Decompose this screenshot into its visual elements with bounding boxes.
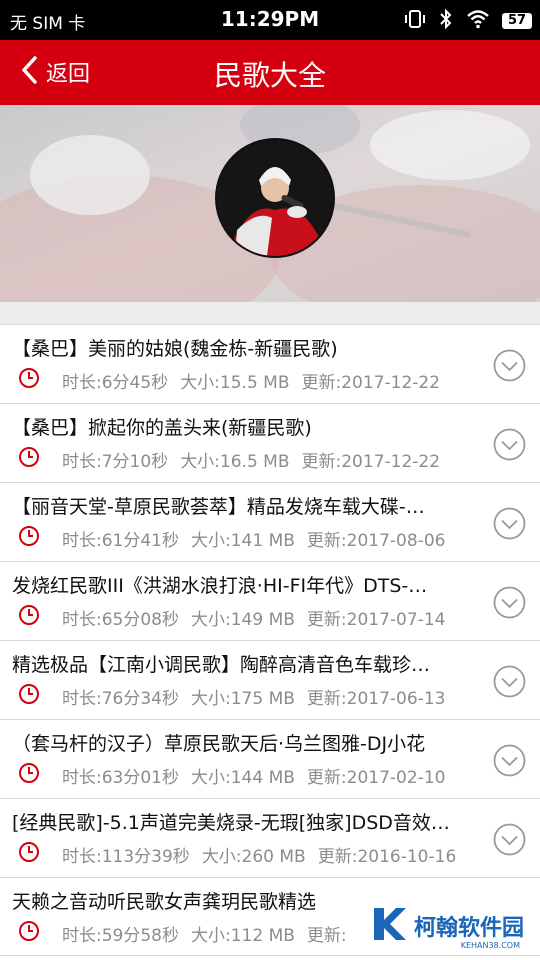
status-icons: 57 [404, 8, 532, 34]
list-item[interactable]: 【丽音天堂-草原民歌荟萃】精品发烧车载大碟-… 时长:61分41秒 大小:141… [0, 482, 540, 561]
site-watermark: 柯翰软件园 KEHAN38.COM [361, 900, 530, 952]
item-size: 大小:149 MB [191, 610, 295, 630]
item-size: 大小:260 MB [201, 847, 306, 867]
expand-chevron-icon[interactable] [493, 665, 526, 698]
clock-icon [18, 920, 50, 947]
item-meta: 时长:7分10秒 大小:16.5 MB 更新:2017-12-22 [18, 446, 440, 473]
item-updated: 更新:2017-12-22 [301, 373, 441, 393]
bluetooth-icon [438, 8, 454, 34]
item-meta: 时长:6分45秒 大小:15.5 MB 更新:2017-12-22 [18, 367, 440, 394]
artist-avatar [215, 138, 335, 258]
item-updated: 更新:2017-08-06 [306, 531, 446, 551]
item-duration: 时长:65分08秒 [62, 610, 179, 630]
section-gap [0, 302, 540, 324]
expand-chevron-icon[interactable] [493, 428, 526, 461]
list-item[interactable]: [经典民歌]-5.1声道完美烧录-无瑕[独家]DSD音效… 时长:113分39秒… [0, 798, 540, 877]
watermark-subtext: KEHAN38.COM [460, 941, 520, 950]
item-title: 【桑巴】掀起你的盖头来(新疆民歌) [12, 417, 312, 439]
item-size: 大小:141 MB [191, 531, 295, 551]
item-size: 大小:15.5 MB [180, 373, 290, 393]
item-updated: 更新:2016-10-16 [317, 847, 457, 867]
item-meta: 时长:61分41秒 大小:141 MB 更新:2017-08-06 [18, 525, 445, 552]
vibrate-icon [404, 8, 426, 34]
item-title: （套马杆的汉子）草原民歌天后·乌兰图雅-DJ小花 [12, 733, 426, 755]
list-item[interactable]: 【桑巴】掀起你的盖头来(新疆民歌) 时长:7分10秒 大小:16.5 MB 更新… [0, 403, 540, 482]
item-meta: 时长:76分34秒 大小:175 MB 更新:2017-06-13 [18, 683, 445, 710]
clock-icon [18, 446, 50, 473]
item-updated: 更新:2017-06-13 [306, 689, 446, 709]
clock-icon [18, 762, 50, 789]
item-duration: 时长:7分10秒 [62, 452, 169, 472]
battery-icon: 57 [502, 13, 532, 29]
item-updated: 更新:2017-02-10 [306, 768, 446, 788]
expand-chevron-icon[interactable] [493, 349, 526, 382]
item-size: 大小:144 MB [191, 768, 295, 788]
expand-chevron-icon[interactable] [493, 507, 526, 540]
item-size: 大小:16.5 MB [180, 452, 290, 472]
item-title: [经典民歌]-5.1声道完美烧录-无瑕[独家]DSD音效… [12, 812, 450, 834]
list-item[interactable]: 精选极品【江南小调民歌】陶醉高清音色车载珍… 时长:76分34秒 大小:175 … [0, 640, 540, 719]
item-meta: 时长:63分01秒 大小:144 MB 更新:2017-02-10 [18, 762, 445, 789]
status-bar: 无 SIM 卡 11:29PM 57 [0, 0, 540, 40]
item-updated: 更新:2017-07-14 [306, 610, 446, 630]
item-title: 精选极品【江南小调民歌】陶醉高清音色车载珍… [12, 654, 431, 676]
item-updated: 更新:2017-12-22 [301, 452, 441, 472]
list-item[interactable]: （套马杆的汉子）草原民歌天后·乌兰图雅-DJ小花 时长:63分01秒 大小:14… [0, 719, 540, 798]
expand-chevron-icon[interactable] [493, 744, 526, 777]
item-duration: 时长:63分01秒 [62, 768, 179, 788]
item-duration: 时长:76分34秒 [62, 689, 179, 709]
page-title: 民歌大全 [213, 59, 326, 92]
item-size: 大小:175 MB [191, 689, 295, 709]
clock-icon [18, 525, 50, 552]
list-item[interactable]: 【桑巴】美丽的姑娘(魏金栋-新疆民歌) 时长:6分45秒 大小:15.5 MB … [0, 324, 540, 403]
item-meta: 时长:59分58秒 大小:112 MB 更新: [18, 920, 347, 947]
clock-icon [18, 683, 50, 710]
item-title: 发烧红民歌III《洪湖水浪打浪·HI-FI年代》DTS-… [12, 575, 428, 597]
clock-icon [18, 841, 50, 868]
title-bar: 返回 民歌大全 [0, 40, 540, 105]
list-item[interactable]: 发烧红民歌III《洪湖水浪打浪·HI-FI年代》DTS-… 时长:65分08秒 … [0, 561, 540, 640]
clock-icon [18, 604, 50, 631]
item-updated: 更新: [306, 926, 347, 946]
item-duration: 时长:6分45秒 [62, 373, 169, 393]
expand-chevron-icon[interactable] [493, 823, 526, 856]
clock-icon [18, 367, 50, 394]
item-title: 【丽音天堂-草原民歌荟萃】精品发烧车载大碟-… [12, 496, 425, 518]
item-meta: 时长:65分08秒 大小:149 MB 更新:2017-07-14 [18, 604, 445, 631]
item-duration: 时长:61分41秒 [62, 531, 179, 551]
expand-chevron-icon[interactable] [493, 586, 526, 619]
wifi-icon [466, 9, 490, 33]
item-size: 大小:112 MB [191, 926, 295, 946]
k-logo-icon [368, 904, 408, 948]
watermark-text: 柯翰软件园 [413, 916, 524, 941]
item-duration: 时长:59分58秒 [62, 926, 179, 946]
item-title: 【桑巴】美丽的姑娘(魏金栋-新疆民歌) [12, 338, 338, 360]
song-list: 【桑巴】美丽的姑娘(魏金栋-新疆民歌) 时长:6分45秒 大小:15.5 MB … [0, 324, 540, 956]
item-duration: 时长:113分39秒 [62, 847, 190, 867]
item-meta: 时长:113分39秒 大小:260 MB 更新:2016-10-16 [18, 841, 456, 868]
